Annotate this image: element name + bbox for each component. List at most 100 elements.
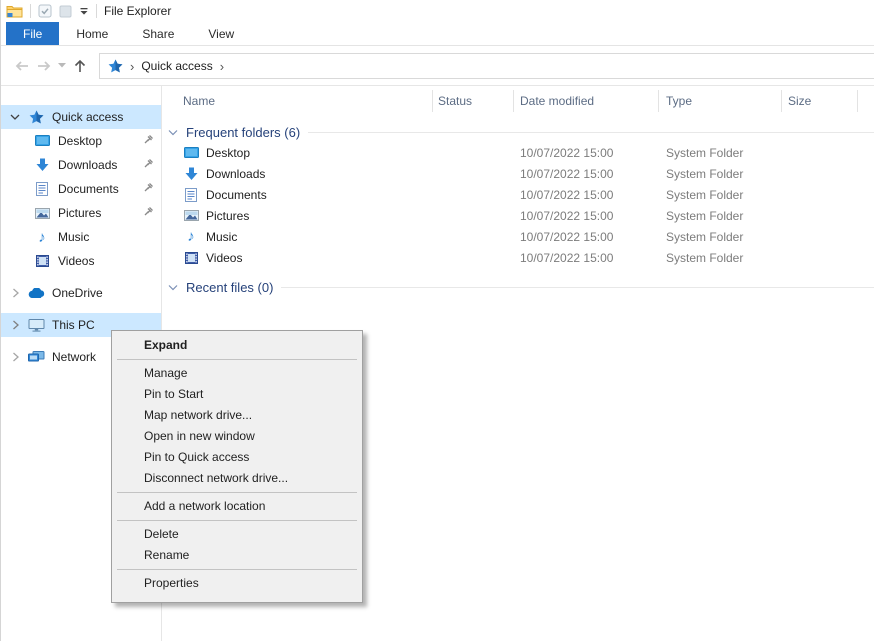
menu-item-pin-to-start[interactable]: Pin to Start [115,384,359,405]
column-header-size[interactable]: Size [788,94,811,108]
quick-access-star-icon [108,59,123,73]
sidebar-item-label: Quick access [52,110,123,124]
menu-separator [117,492,357,493]
column-header-name[interactable]: Name [183,94,215,108]
pin-icon [143,134,154,145]
chevron-right-icon[interactable] [7,288,23,298]
file-row-videos[interactable]: Videos 10/07/2022 15:00 System Folder [162,247,874,268]
onedrive-cloud-icon [27,288,45,299]
file-date-modified: 10/07/2022 15:00 [520,209,613,223]
tab-home[interactable]: Home [59,22,125,45]
file-type: System Folder [666,146,743,160]
tab-file[interactable]: File [6,22,59,45]
menu-item-expand[interactable]: Expand [115,335,359,356]
sidebar-item-documents[interactable]: Documents [1,177,161,201]
group-label: Recent files (0) [186,280,273,295]
menu-item-map-network-drive[interactable]: Map network drive... [115,405,359,426]
menu-separator [117,520,357,521]
address-bar: › Quick access › [1,46,874,86]
music-icon: ♪ [33,230,51,245]
chevron-down-icon[interactable] [168,284,178,291]
column-header-type[interactable]: Type [666,94,692,108]
sidebar-item-quick-access[interactable]: Quick access [1,105,161,129]
up-arrow-icon[interactable] [69,55,91,77]
desktop-icon [183,147,199,159]
sidebar-item-onedrive[interactable]: OneDrive [1,281,161,305]
sidebar-item-music[interactable]: ♪ Music [1,225,161,249]
downloads-icon [183,167,199,181]
chevron-right-icon[interactable] [7,352,23,362]
this-pc-icon [27,319,45,332]
tab-view[interactable]: View [191,22,251,45]
sidebar-item-label: Music [58,230,89,244]
file-name: Documents [206,188,267,202]
column-divider[interactable] [781,90,782,112]
address-breadcrumb-box[interactable]: › Quick access › [99,53,874,79]
tab-share[interactable]: Share [125,22,191,45]
file-type: System Folder [666,188,743,202]
documents-icon [33,182,51,196]
pictures-icon [33,208,51,219]
file-row-documents[interactable]: Documents 10/07/2022 15:00 System Folder [162,184,874,205]
group-rule [281,287,874,288]
file-type: System Folder [666,251,743,265]
menu-item-delete[interactable]: Delete [115,524,359,545]
menu-item-disconnect-network-drive[interactable]: Disconnect network drive... [115,468,359,489]
file-type: System Folder [666,230,743,244]
menu-item-open-in-new-window[interactable]: Open in new window [115,426,359,447]
breadcrumb-chevron[interactable]: › [130,59,134,73]
column-divider[interactable] [513,90,514,112]
chevron-right-icon[interactable] [7,320,23,330]
group-rule [308,132,874,133]
videos-icon [183,252,199,264]
menu-item-manage[interactable]: Manage [115,363,359,384]
file-date-modified: 10/07/2022 15:00 [520,146,613,160]
file-name: Desktop [206,146,250,160]
menu-item-pin-to-quick-access[interactable]: Pin to Quick access [115,447,359,468]
column-divider[interactable] [658,90,659,112]
sidebar-item-label: Network [52,350,96,364]
column-divider[interactable] [432,90,433,112]
pictures-icon [183,210,199,221]
qat-new-folder-icon[interactable] [59,5,72,18]
column-header-date-modified[interactable]: Date modified [520,94,594,108]
column-header-row: Name Status Date modified Type Size [162,86,874,116]
file-row-pictures[interactable]: Pictures 10/07/2022 15:00 System Folder [162,205,874,226]
chevron-down-icon[interactable] [7,113,23,121]
group-header-frequent-folders[interactable]: Frequent folders (6) [162,122,874,142]
sidebar-item-pictures[interactable]: Pictures [1,201,161,225]
file-name: Downloads [206,167,265,181]
qat-customize-dropdown-icon[interactable] [79,6,89,16]
sidebar-item-videos[interactable]: Videos [1,249,161,273]
sidebar-item-label: Videos [58,254,94,268]
menu-item-add-a-network-location[interactable]: Add a network location [115,496,359,517]
sidebar-item-downloads[interactable]: Downloads [1,153,161,177]
recent-locations-chevron-icon[interactable] [55,55,69,77]
file-row-desktop[interactable]: Desktop 10/07/2022 15:00 System Folder [162,142,874,163]
column-header-status[interactable]: Status [438,94,472,108]
qat-separator [96,4,97,18]
downloads-icon [33,158,51,172]
forward-arrow-icon[interactable] [33,55,55,77]
chevron-down-icon[interactable] [168,129,178,136]
qat-properties-check-icon[interactable] [38,4,52,18]
file-name: Music [206,230,237,244]
sidebar-item-label: Desktop [58,134,102,148]
menu-item-properties[interactable]: Properties [115,573,359,594]
pin-icon [143,158,154,169]
column-divider[interactable] [857,90,858,112]
sidebar-item-desktop[interactable]: Desktop [1,129,161,153]
file-explorer-window: { "titlebar": { "title": "File Explorer"… [0,0,874,641]
menu-item-rename[interactable]: Rename [115,545,359,566]
file-row-downloads[interactable]: Downloads 10/07/2022 15:00 System Folder [162,163,874,184]
back-arrow-icon[interactable] [11,55,33,77]
file-row-music[interactable]: ♪ Music 10/07/2022 15:00 System Folder [162,226,874,247]
file-date-modified: 10/07/2022 15:00 [520,167,613,181]
group-header-recent-files[interactable]: Recent files (0) [162,277,874,297]
music-icon: ♪ [183,229,199,244]
breadcrumb-chevron[interactable]: › [220,59,224,73]
breadcrumb-location[interactable]: Quick access [141,59,212,73]
sidebar-item-label: Documents [58,182,119,196]
qat-separator [30,4,31,18]
sidebar-item-label: OneDrive [52,286,103,300]
